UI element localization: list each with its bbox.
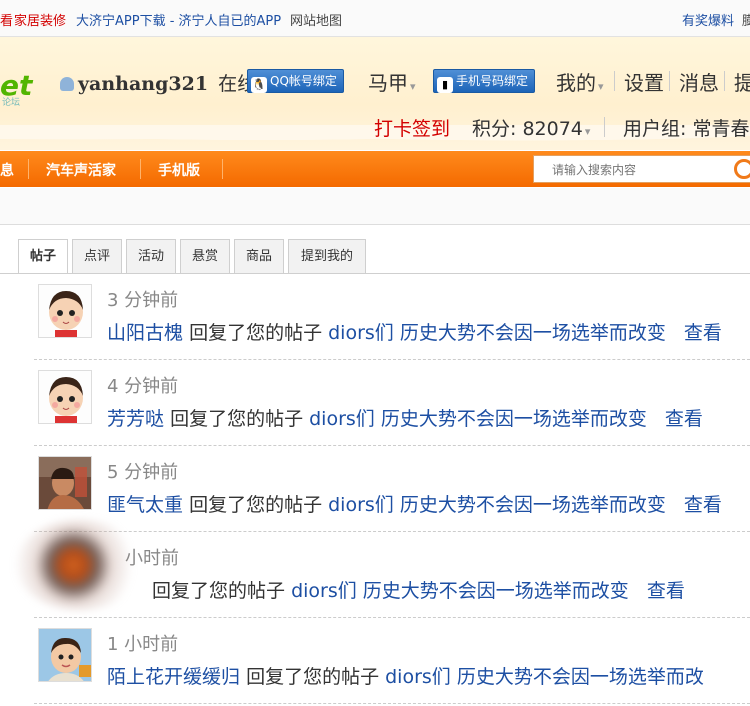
checkin-link[interactable]: 打卡签到 (374, 114, 450, 141)
majia-menu[interactable]: 马甲 ▾ (368, 67, 416, 96)
notice-action: 回复了您的帖子 (170, 408, 304, 430)
majia-label: 马甲 (368, 71, 408, 95)
settings-link[interactable]: 设置 (624, 67, 664, 96)
mine-menu[interactable]: 我的 ▾ (556, 67, 604, 96)
view-link[interactable]: 查看 (647, 580, 685, 602)
user-icon (60, 77, 74, 91)
logo-subtitle: 论坛 (2, 98, 21, 108)
notice-action: 回复了您的帖子 (152, 580, 286, 602)
avatar[interactable] (38, 370, 92, 424)
search-box (533, 155, 750, 184)
notice-action: 回复了您的帖子 (189, 322, 323, 344)
top-link-cut[interactable]: 看 (0, 10, 13, 29)
tab-posts[interactable]: 帖子 (18, 239, 68, 274)
notice-action: 回复了您的帖子 (189, 494, 323, 516)
avatar[interactable] (38, 284, 92, 338)
notice-time: 5 分钟前 (107, 462, 179, 483)
notice-text: 芳芳哒 回复了您的帖子 diors们 历史大势不会因一场选举而改变 查看 (107, 404, 703, 431)
chevron-down-icon: ▾ (598, 80, 604, 93)
notice-post-link[interactable]: diors们 历史大势不会因一场选举而改变 (328, 494, 666, 516)
notice-time: 1 小时前 (107, 634, 179, 655)
nav-item-cut[interactable]: 息 (0, 160, 14, 180)
list-item: 1 小时前 陌上花开缓缓归 回复了您的帖子 diors们 历史大势不会因一场选举… (0, 618, 750, 704)
top-utility-bar: 看 家居装修 大济宁APP下载 - 济宁人自已的APP 网站地图 有奖爆料 膨 (0, 0, 750, 37)
list-item: 3 分钟前 山阳古槐 回复了您的帖子 diors们 历史大势不会因一场选举而改变… (0, 274, 750, 360)
qq-penguin-icon: 🐧 (251, 77, 267, 93)
notice-post-link[interactable]: diors们 历史大势不会因一场选举而改变 (328, 322, 666, 344)
usergroup-cut: 春 (730, 118, 750, 140)
blurred-avatar (15, 520, 145, 610)
divider (604, 117, 605, 137)
notice-time: 3 分钟前 (107, 290, 179, 311)
phone-icon: ▮ (437, 77, 453, 93)
notice-user-link[interactable]: 陌上花开缓缓归 (107, 666, 240, 688)
usergroup-info: 用户组: 常青春 (623, 114, 749, 141)
qq-bind-button[interactable]: 🐧 QQ帐号绑定 (247, 69, 344, 93)
home-decor-link[interactable]: 家居装修 (14, 10, 66, 29)
view-link[interactable]: 查看 (665, 408, 703, 430)
list-item: 4 分钟前 芳芳哒 回复了您的帖子 diors们 历史大势不会因一场选举而改变 … (0, 360, 750, 446)
divider (669, 71, 670, 91)
phone-bind-label: 手机号码绑定 (456, 74, 529, 88)
chevron-down-icon: ▾ (410, 80, 416, 93)
qq-bind-label: QQ帐号绑定 (270, 74, 337, 88)
notice-time: 4 分钟前 (107, 376, 179, 397)
divider (614, 71, 615, 91)
notice-post-link[interactable]: diors们 历史大势不会因一场选举而改变 (291, 580, 629, 602)
phone-bind-button[interactable]: ▮ 手机号码绑定 (433, 69, 536, 93)
sub-header-strip (0, 188, 750, 225)
chevron-down-icon: ▾ (584, 125, 591, 138)
usergroup-label: 用户组: 常青 (623, 118, 731, 140)
app-download-link[interactable]: 大济宁APP下载 - 济宁人自已的APP (76, 10, 281, 29)
search-icon[interactable] (734, 159, 750, 179)
notice-action: 回复了您的帖子 (246, 666, 380, 688)
sitemap-link[interactable]: 网站地图 (290, 10, 342, 29)
tab-activities[interactable]: 活动 (126, 239, 176, 273)
mine-label: 我的 (556, 71, 596, 95)
notice-text: 山阳古槐 回复了您的帖子 diors们 历史大势不会因一场选举而改变 查看 (107, 318, 722, 345)
divider (724, 71, 725, 91)
nav-item-car[interactable]: 汽车声活家 (46, 160, 116, 180)
notice-user-link[interactable]: 山阳古槐 (107, 322, 183, 344)
header-link-cut[interactable]: 提 (734, 67, 750, 96)
messages-link[interactable]: 消息 (679, 67, 719, 96)
notice-post-link[interactable]: diors们 历史大势不会因一场选举而改变 (309, 408, 647, 430)
tab-rewards[interactable]: 悬赏 (180, 239, 230, 273)
notice-text: 回复了您的帖子 diors们 历史大势不会因一场选举而改变 查看 (152, 576, 685, 603)
nav-divider (222, 159, 223, 179)
notice-text: 匪气太重 回复了您的帖子 diors们 历史大势不会因一场选举而改变 查看 (107, 490, 722, 517)
user-info: yanhang321 在线 (60, 69, 256, 96)
nav-divider (28, 159, 29, 179)
search-input[interactable] (534, 156, 734, 184)
points-label: 积分: 82074 (472, 118, 583, 140)
view-link[interactable]: 查看 (684, 494, 722, 516)
tab-mentions[interactable]: 提到我的 (288, 239, 366, 273)
view-link[interactable]: 查看 (684, 322, 722, 344)
tab-goods[interactable]: 商品 (234, 239, 284, 273)
username-link[interactable]: yanhang321 (78, 73, 208, 95)
notice-user-link[interactable]: 匪气太重 (107, 494, 183, 516)
tab-comments[interactable]: 点评 (72, 239, 122, 273)
notice-user-link[interactable]: 芳芳哒 (107, 408, 164, 430)
notice-text: 陌上花开缓缓归 回复了您的帖子 diors们 历史大势不会因一场选举而改 (107, 662, 704, 689)
nav-divider (140, 159, 141, 179)
list-item: 5 分钟前 匪气太重 回复了您的帖子 diors们 历史大势不会因一场选举而改变… (0, 446, 750, 532)
top-link-cut-right[interactable]: 膨 (742, 10, 750, 29)
row-divider (34, 703, 750, 704)
points-menu[interactable]: 积分: 82074 ▾ (472, 114, 590, 141)
avatar[interactable] (38, 456, 92, 510)
nav-item-mobile[interactable]: 手机版 (158, 160, 200, 180)
avatar[interactable] (38, 628, 92, 682)
reward-link[interactable]: 有奖爆料 (682, 10, 734, 29)
site-header: et 论坛 yanhang321 在线 🐧 QQ帐号绑定 马甲 ▾ ▮ 手机号码绑定 … (0, 37, 750, 150)
notice-post-link[interactable]: diors们 历史大势不会因一场选举而改 (385, 666, 704, 688)
